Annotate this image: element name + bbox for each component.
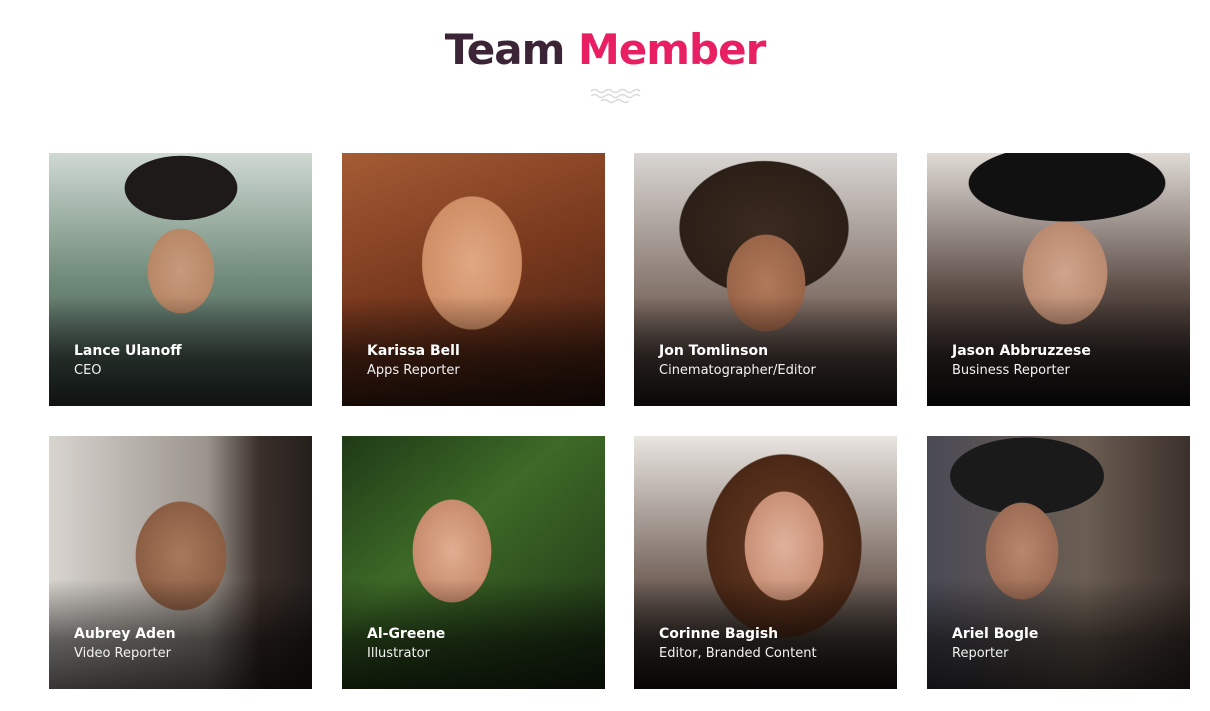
member-name: Karissa Bell	[367, 343, 460, 359]
member-role: Editor, Branded Content	[659, 646, 817, 661]
team-card[interactable]: Ariel Bogle Reporter	[927, 436, 1190, 689]
member-name: Corinne Bagish	[659, 626, 779, 642]
member-info: Jon Tomlinson Cinematographer/Editor	[659, 342, 816, 380]
team-grid: Lance Ulanoff CEO Karissa Bell Apps Repo…	[49, 153, 1190, 689]
team-card[interactable]: Jon Tomlinson Cinematographer/Editor	[634, 153, 897, 406]
member-role: CEO	[74, 363, 102, 378]
member-info: Lance Ulanoff CEO	[74, 342, 182, 380]
team-card[interactable]: Lance Ulanoff CEO	[49, 153, 312, 406]
member-role: Reporter	[952, 646, 1009, 661]
team-section: Team Member Lance Ulanoff CEO Karissa Be…	[0, 0, 1210, 711]
team-card[interactable]: Karissa Bell Apps Reporter	[342, 153, 605, 406]
member-name: Jason Abbruzzese	[952, 343, 1091, 359]
wave-divider-icon	[590, 88, 641, 104]
member-role: Video Reporter	[74, 646, 171, 661]
member-info: Ariel Bogle Reporter	[952, 625, 1038, 663]
member-info: Al-Greene Illustrator	[367, 625, 445, 663]
member-info: Corinne Bagish Editor, Branded Content	[659, 625, 817, 663]
member-name: Jon Tomlinson	[659, 343, 769, 359]
member-name: Lance Ulanoff	[74, 343, 182, 359]
member-name: Al-Greene	[367, 626, 446, 642]
member-name: Aubrey Aden	[74, 626, 176, 642]
member-role: Apps Reporter	[367, 363, 460, 378]
member-role: Business Reporter	[952, 363, 1070, 378]
section-heading-wrap: Team Member	[0, 24, 1210, 76]
member-info: Aubrey Aden Video Reporter	[74, 625, 176, 663]
team-card[interactable]: Jason Abbruzzese Business Reporter	[927, 153, 1190, 406]
team-card[interactable]: Aubrey Aden Video Reporter	[49, 436, 312, 689]
member-name: Ariel Bogle	[952, 626, 1039, 642]
section-title: Team Member	[0, 24, 1210, 76]
team-card[interactable]: Al-Greene Illustrator	[342, 436, 605, 689]
member-info: Karissa Bell Apps Reporter	[367, 342, 460, 380]
title-part-2: Member	[577, 25, 766, 74]
member-role: Illustrator	[367, 646, 430, 661]
member-info: Jason Abbruzzese Business Reporter	[952, 342, 1091, 380]
title-part-1: Team	[444, 25, 566, 74]
team-card[interactable]: Corinne Bagish Editor, Branded Content	[634, 436, 897, 689]
member-role: Cinematographer/Editor	[659, 363, 816, 378]
